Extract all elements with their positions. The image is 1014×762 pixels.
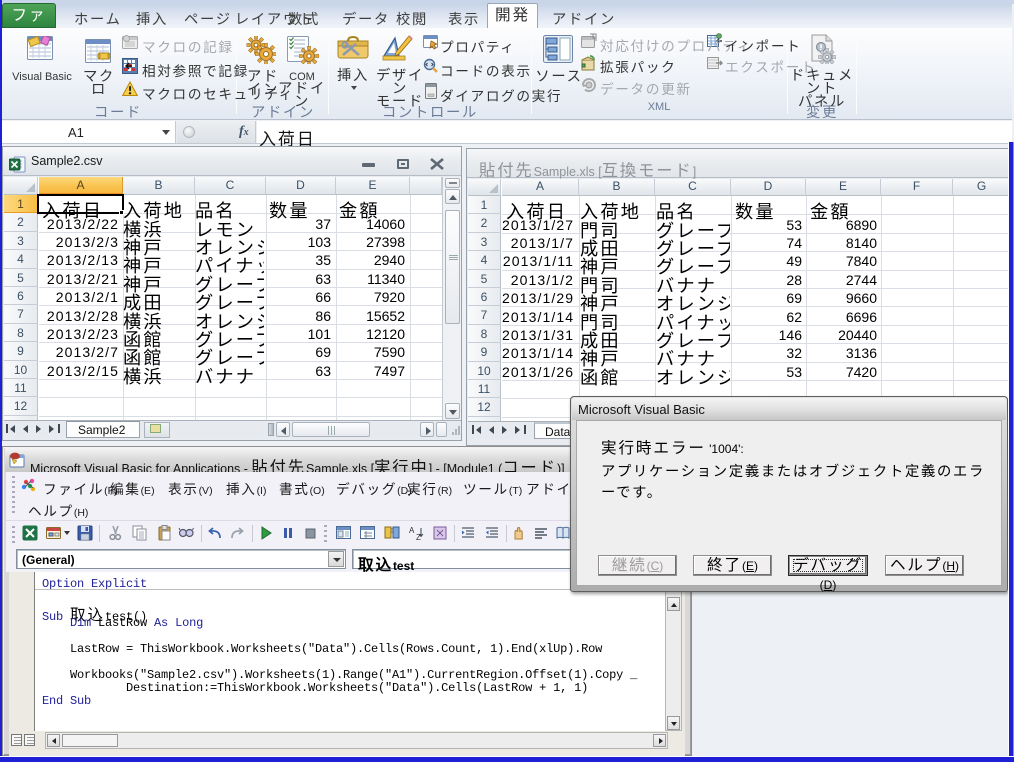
svg-text:Z: Z [416,533,421,542]
svg-text:A: A [409,526,415,535]
